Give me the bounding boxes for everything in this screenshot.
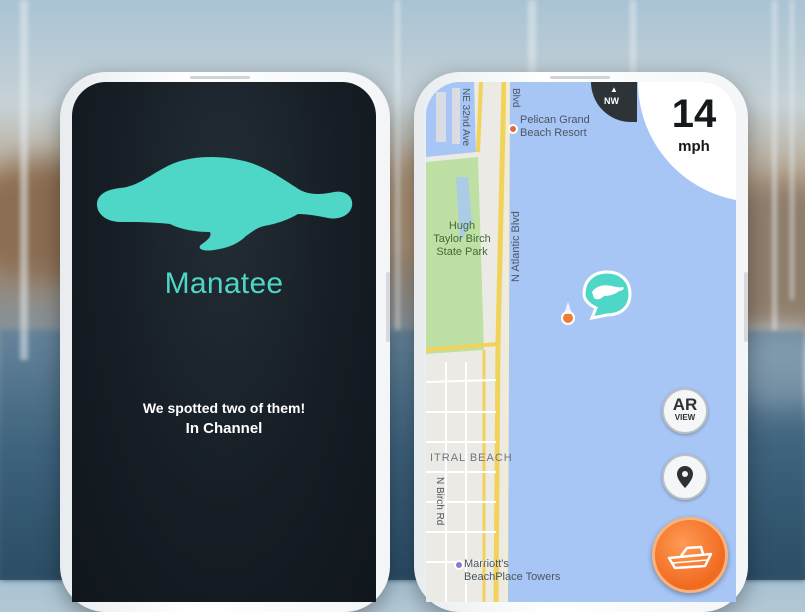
north-arrow-icon: ▲: [610, 85, 618, 94]
hotel-label-pelican[interactable]: Pelican Grand Beach Resort: [520, 114, 590, 140]
road-label-atlantic: N Atlantic Blvd: [510, 211, 522, 282]
speed-unit: mph: [678, 138, 710, 155]
hotel-label-line: BeachPlace Towers: [464, 571, 561, 583]
speaker: [550, 76, 610, 79]
map-screen[interactable]: NE 32nd Ave Blvd N Atlantic Blvd Hugh Ta…: [426, 82, 736, 602]
hotel-label-marriott[interactable]: Marriott's BeachPlace Towers: [464, 558, 560, 584]
park-label-line: State Park: [436, 246, 488, 258]
map-pin-icon: [677, 466, 693, 488]
compass-direction: NW: [604, 96, 619, 106]
road-label-birch: N Birch Rd: [434, 477, 445, 526]
hotel-label-line: Marriott's: [464, 558, 509, 570]
sighting-screen: Manatee We spotted two of them! In Chann…: [72, 82, 376, 602]
road-label-ne32: NE 32nd Ave: [460, 88, 471, 147]
hotel-label-line: Pelican Grand: [520, 114, 590, 126]
phone-left: Manatee We spotted two of them! In Chann…: [60, 72, 390, 612]
hotel-poi-icon[interactable]: [508, 124, 518, 134]
location-button[interactable]: [662, 454, 708, 500]
park-label: Hugh Taylor Birch State Park: [430, 220, 494, 259]
speed-value: 14: [671, 92, 717, 136]
area-label-central-beach: ITRAL BEACH: [430, 452, 513, 464]
ar-sub-label: VIEW: [674, 413, 696, 422]
manatee-icon: [96, 157, 353, 251]
side-button: [744, 272, 748, 342]
park-label-line: Taylor Birch: [433, 233, 491, 245]
hotel-poi-icon[interactable]: [454, 560, 464, 570]
ar-label: AR: [672, 395, 698, 414]
park-label-line: Hugh: [448, 220, 476, 232]
road-label-blvd: Blvd: [510, 88, 521, 108]
hotel-label-line: Beach Resort: [520, 127, 587, 139]
sighting-location: In Channel: [185, 420, 263, 437]
ar-view-button[interactable]: AR VIEW: [662, 388, 708, 434]
sighting-message: We spotted two of them!: [142, 400, 306, 416]
species-title: Manatee: [164, 267, 284, 300]
phone-right: NE 32nd Ave Blvd N Atlantic Blvd Hugh Ta…: [414, 72, 748, 612]
boat-button[interactable]: [652, 517, 728, 593]
speaker: [190, 76, 250, 79]
side-button: [386, 272, 390, 342]
